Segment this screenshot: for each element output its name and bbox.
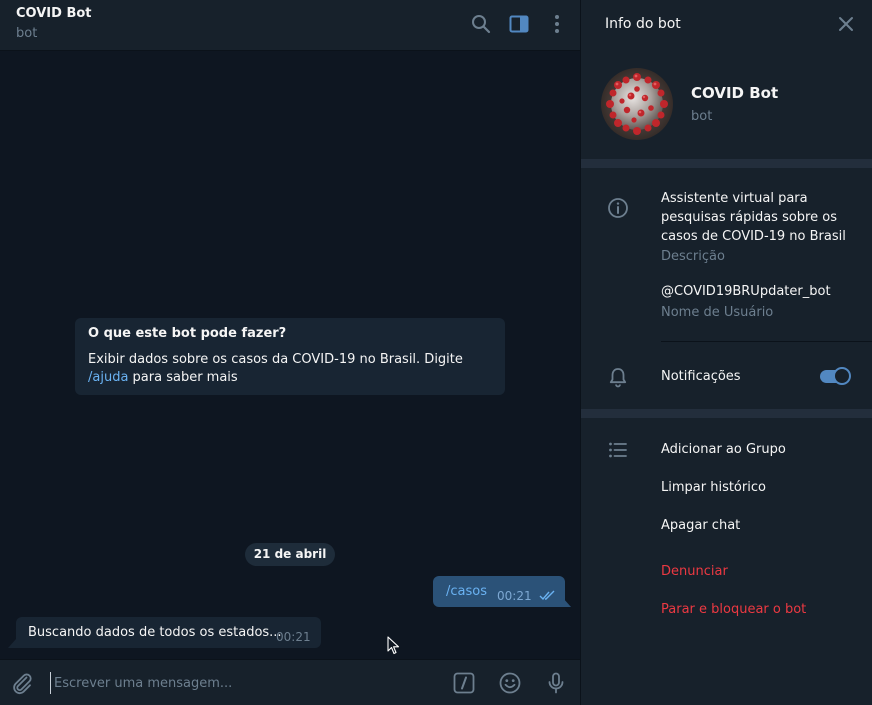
bot-username[interactable]: @COVID19BRUpdater_bot	[661, 284, 831, 299]
list-icon	[609, 442, 627, 458]
message-input[interactable]	[50, 672, 430, 694]
message-composer	[0, 659, 580, 705]
message-time: 00:21	[276, 630, 311, 644]
message-text: Buscando dados de todos os estados...	[28, 625, 282, 640]
clear-history-button[interactable]: Limpar histórico	[661, 480, 766, 495]
microphone-icon[interactable]	[544, 671, 568, 695]
bot-description: Assistente virtual para pesquisas rápida…	[661, 191, 846, 244]
bot-commands-icon[interactable]	[452, 671, 476, 695]
outgoing-message[interactable]: /casos 00:21	[433, 576, 565, 607]
emoji-icon[interactable]	[498, 671, 522, 695]
report-button[interactable]: Denunciar	[661, 564, 728, 579]
chat-title[interactable]: COVID Bot	[16, 6, 92, 21]
bot-intro-text-end: para saber mais	[128, 370, 238, 385]
help-command-link[interactable]: /ajuda	[88, 370, 128, 385]
bot-info-panel: Info do bot COVID Bot bot Assistente vir…	[580, 0, 872, 705]
bot-intro-card: O que este bot pode fazer? Exibir dados …	[75, 318, 505, 395]
mouse-pointer-icon	[387, 636, 400, 655]
chat-area: COVID Bot bot O que este bot pode fazer?…	[0, 0, 580, 705]
read-checkmarks-icon	[539, 590, 555, 601]
date-separator: 21 de abril	[245, 543, 335, 566]
bot-intro-text-start: Exibir dados sobre os casos da COVID-19 …	[88, 352, 463, 367]
attach-icon[interactable]	[10, 671, 34, 695]
bot-avatar[interactable]	[601, 68, 673, 140]
bot-status: bot	[691, 109, 713, 124]
more-vertical-icon[interactable]	[546, 13, 568, 35]
outgoing-bubble-tail	[563, 598, 571, 607]
bot-name: COVID Bot	[691, 84, 779, 102]
incoming-message[interactable]: Buscando dados de todos os estados... 00…	[16, 617, 321, 648]
message-time: 00:21	[497, 589, 532, 603]
notifications-label: Notificações	[661, 369, 741, 384]
close-icon[interactable]	[838, 16, 854, 32]
incoming-bubble-tail	[8, 639, 16, 648]
info-icon	[608, 198, 628, 218]
chat-status: bot	[16, 26, 38, 41]
toggle-knob	[833, 367, 851, 385]
section-divider	[581, 409, 872, 418]
add-to-group-button[interactable]: Adicionar ao Grupo	[661, 442, 786, 457]
sidebar-toggle-icon[interactable]	[508, 13, 530, 35]
bot-intro-text: Exibir dados sobre os casos da COVID-19 …	[88, 351, 493, 387]
delete-chat-button[interactable]: Apagar chat	[661, 518, 740, 533]
username-label: Nome de Usuário	[661, 305, 774, 320]
description-label: Descrição	[661, 249, 725, 264]
bot-intro-title: O que este bot pode fazer?	[88, 326, 287, 341]
row-separator	[661, 341, 872, 342]
stop-and-block-button[interactable]: Parar e bloquear o bot	[661, 602, 806, 617]
bell-icon	[609, 368, 627, 388]
search-icon[interactable]	[470, 13, 492, 35]
message-text[interactable]: /casos	[446, 584, 487, 599]
notifications-toggle[interactable]	[820, 367, 851, 385]
chat-header[interactable]: COVID Bot bot	[0, 0, 580, 51]
section-divider	[581, 159, 872, 168]
panel-title: Info do bot	[605, 16, 681, 32]
